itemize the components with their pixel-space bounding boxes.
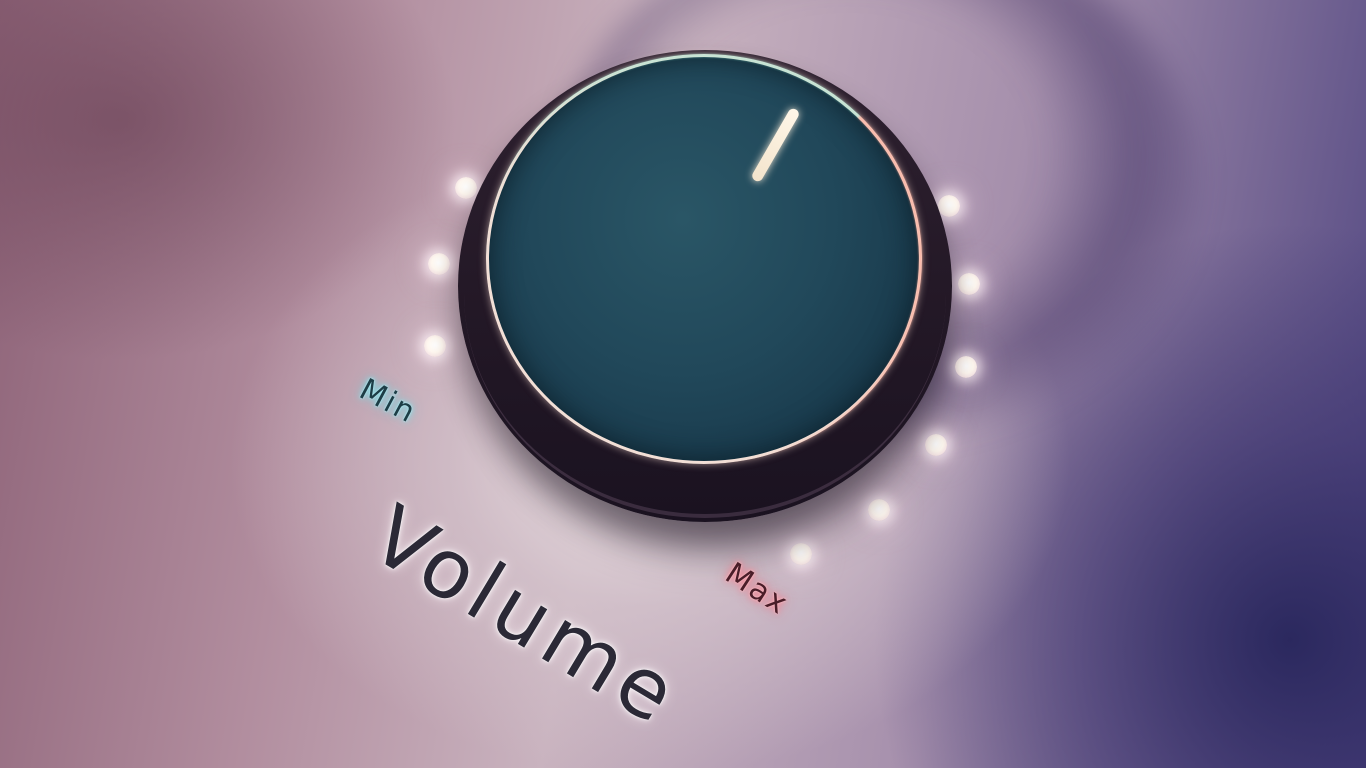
level-led [938, 195, 960, 217]
level-led [428, 253, 450, 275]
volume-scene: Min Max Volume [0, 0, 1366, 768]
max-label: Max [718, 556, 796, 623]
level-led [424, 335, 446, 357]
level-led [455, 177, 477, 199]
knob-rim-glow [486, 54, 922, 464]
min-label: Min [353, 372, 423, 431]
